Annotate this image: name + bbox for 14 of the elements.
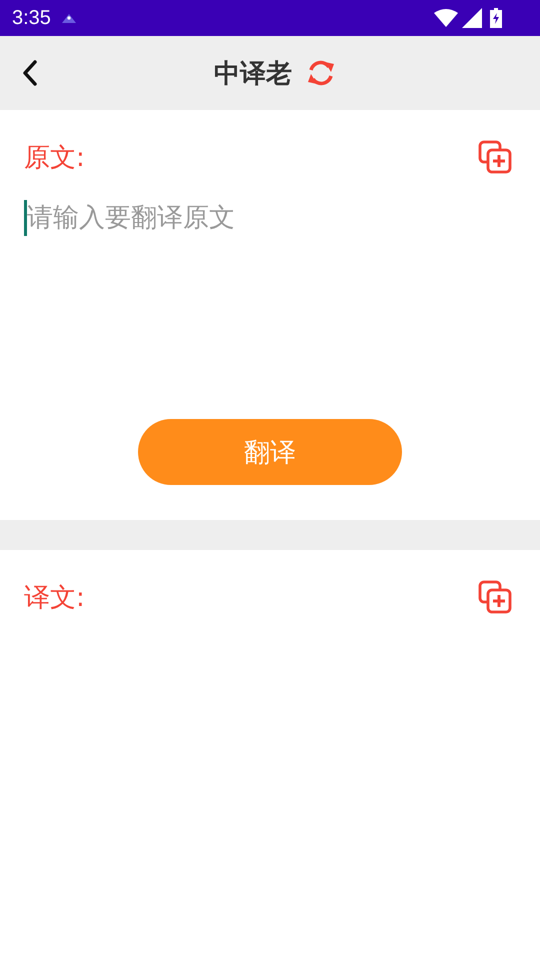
result-label: 译文: <box>24 582 85 614</box>
paste-icon[interactable] <box>478 140 512 174</box>
swap-icon[interactable] <box>306 58 336 88</box>
source-text-field[interactable]: 请输入要翻译原文 <box>24 200 327 236</box>
battery-icon <box>490 8 502 28</box>
wifi-icon <box>434 9 458 27</box>
screen-title: 中译老 <box>214 58 292 90</box>
notification-icon <box>60 12 77 24</box>
clock-time: 3:35 <box>12 6 51 30</box>
back-icon[interactable] <box>22 60 38 86</box>
translate-button[interactable]: 翻译 <box>138 419 402 485</box>
signal-icon <box>462 8 482 28</box>
paste-icon[interactable] <box>478 580 512 614</box>
source-label: 原文: <box>24 142 85 174</box>
